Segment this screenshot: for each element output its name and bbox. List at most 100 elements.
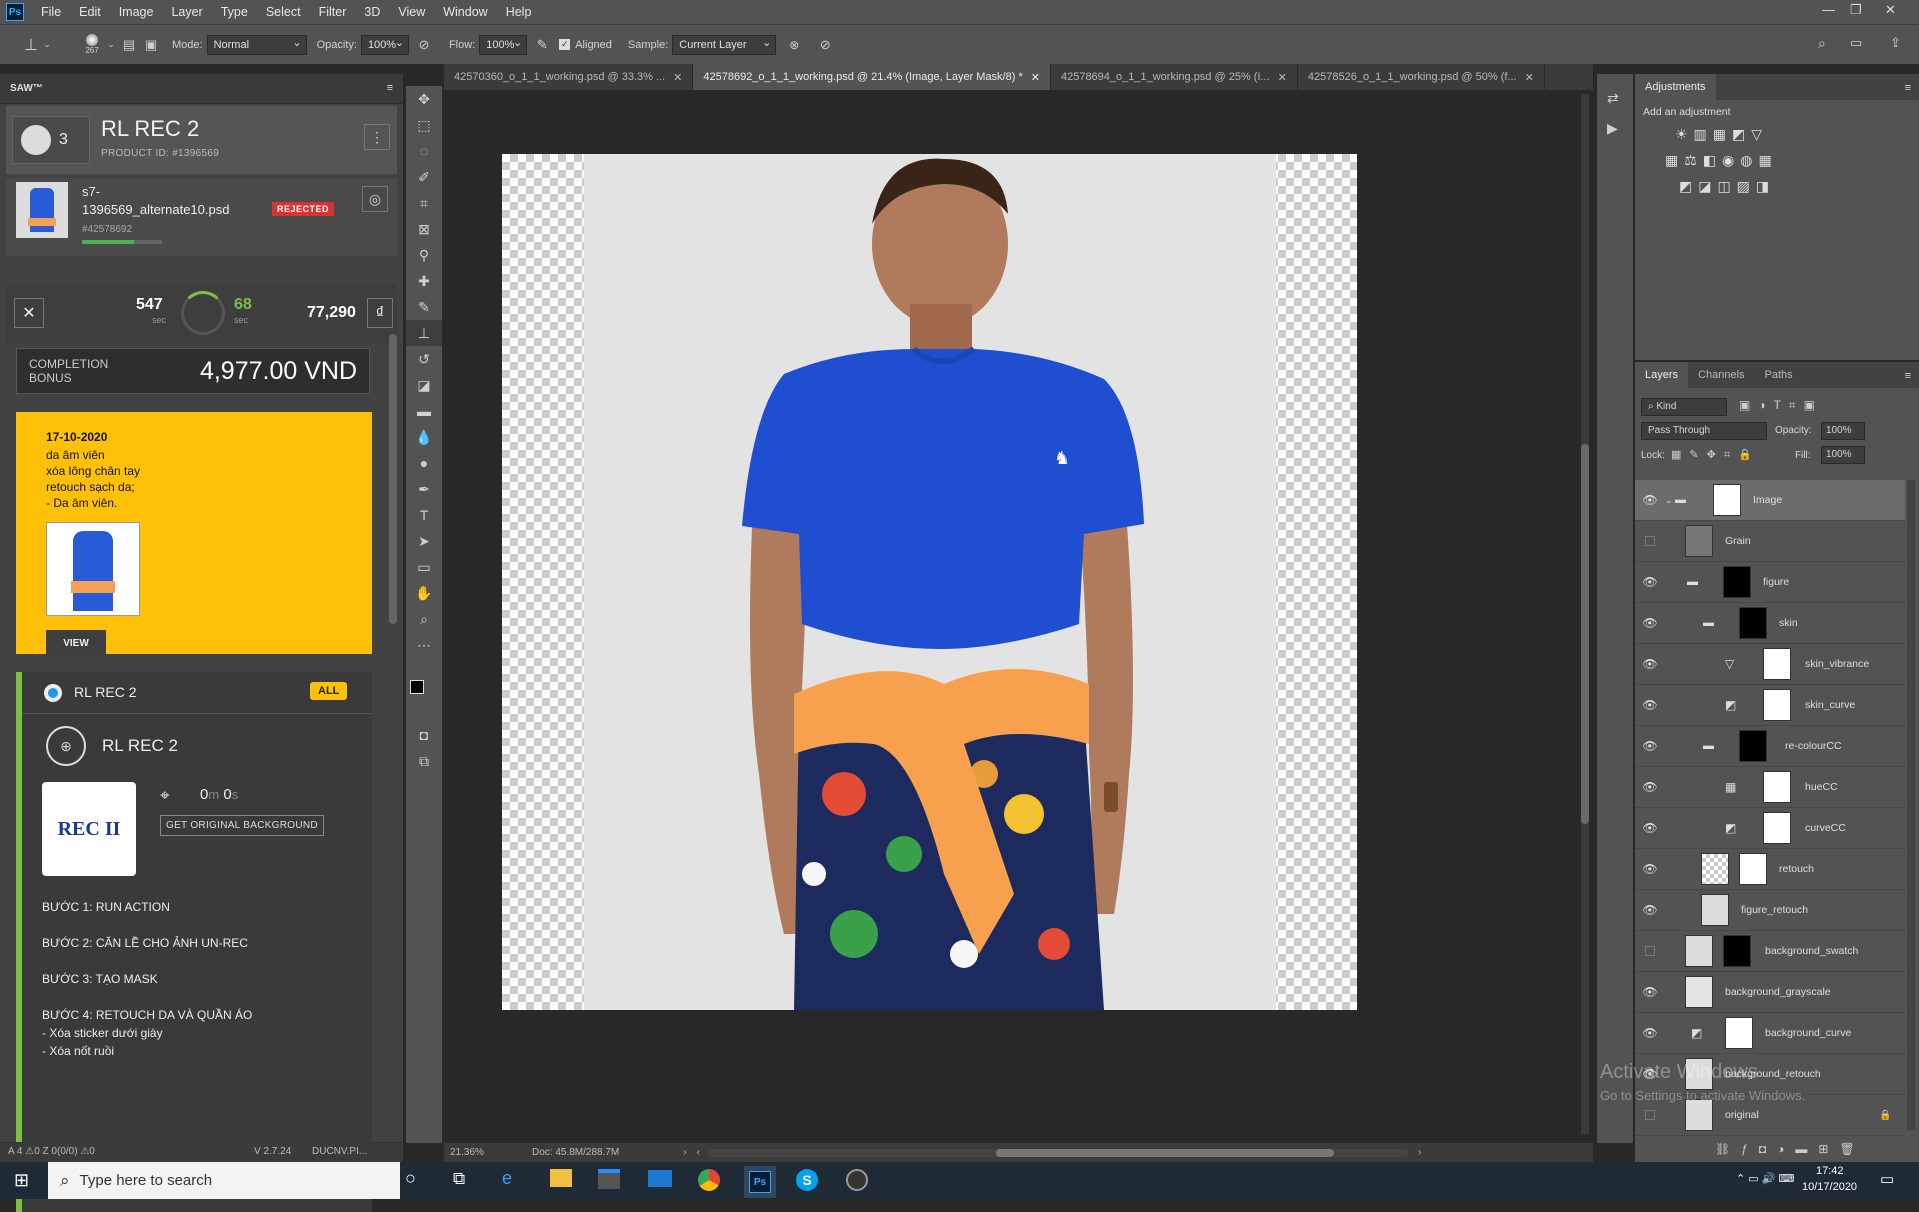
layer-row-grain[interactable]: Grain (1635, 521, 1905, 562)
layer-mask-thumbnail[interactable] (1763, 689, 1791, 721)
panel-menu-icon[interactable]: ≡ (387, 82, 393, 94)
adjustment-icons-row-3[interactable]: ◩◪◫▨◨ (1679, 178, 1775, 195)
currency-icon[interactable]: ₫ (367, 298, 393, 328)
menu-filter[interactable]: Filter (310, 5, 356, 19)
zoom-level[interactable]: 21.36% (450, 1147, 510, 1158)
hand-tool-icon[interactable]: ✋ (406, 580, 442, 606)
mail-icon[interactable] (648, 1170, 672, 1187)
layer-row-retouch[interactable]: 👁 retouch (1635, 849, 1905, 890)
layer-mask-thumbnail[interactable] (1725, 1017, 1753, 1049)
frame-tool-icon[interactable]: ⊠ (406, 216, 442, 242)
path-selection-tool-icon[interactable]: ➤ (406, 528, 442, 554)
taskbar-search[interactable]: ⌕ Type here to search (48, 1162, 400, 1199)
tab-layers[interactable]: Layers (1635, 362, 1689, 388)
adjustment-icons-row-1[interactable]: ☀▥▦◩▽ (1675, 126, 1768, 143)
layer-mask-thumbnail[interactable] (1739, 607, 1767, 639)
close-icon[interactable]: ✕ (1525, 71, 1534, 84)
layer-mask-thumbnail[interactable] (1739, 853, 1767, 885)
menu-select[interactable]: Select (257, 5, 310, 19)
layer-thumbnail[interactable] (1685, 976, 1713, 1008)
eyedropper-tool-icon[interactable]: ⚲ (406, 242, 442, 268)
visibility-toggle[interactable] (1645, 1110, 1655, 1120)
photoshop-taskbar-button[interactable]: Ps (744, 1166, 776, 1198)
blur-tool-icon[interactable]: 💧 (406, 424, 442, 450)
layer-row-skin[interactable]: 👁 ▬ skin (1635, 603, 1905, 644)
eye-icon[interactable]: 👁 (1642, 698, 1657, 712)
windows-start-icon[interactable]: ⊞ (14, 1170, 29, 1191)
actions-panel-icon[interactable]: ▶ (1607, 120, 1618, 137)
eye-icon[interactable]: 👁 (1642, 493, 1657, 507)
clone-stamp-tool-icon[interactable]: ⊥ (406, 320, 442, 346)
document-canvas[interactable]: ♞ (502, 154, 1357, 1010)
lasso-tool-icon[interactable]: ◌ (406, 138, 442, 164)
eye-icon[interactable]: 👁 (1642, 1026, 1657, 1040)
filter-type-icons[interactable]: ▣◑T⌗▣ (1739, 398, 1823, 413)
layer-thumbnail[interactable] (1685, 935, 1713, 967)
file-explorer-icon[interactable] (550, 1169, 572, 1187)
ignore-adjustment-icon[interactable]: ⊗ (776, 38, 812, 52)
visibility-toggle[interactable] (1645, 946, 1655, 956)
panel-menu-icon[interactable]: ≡ (1905, 370, 1911, 382)
mode-dropdown[interactable]: Normal (206, 34, 307, 55)
crop-tool-icon[interactable]: ⌗ (406, 190, 442, 216)
layer-row-skin-vibrance[interactable]: 👁 ▽ skin_vibrance (1635, 644, 1905, 685)
chevron-right-icon[interactable]: › (683, 1147, 686, 1158)
tools-icon[interactable]: ✕ (14, 298, 44, 328)
close-icon[interactable]: ✕ (1278, 71, 1287, 84)
tab-channels[interactable]: Channels (1688, 362, 1754, 388)
menu-type[interactable]: Type (212, 5, 257, 19)
layer-row-figure[interactable]: 👁 ▬ figure (1635, 562, 1905, 603)
layer-row-recolourcc[interactable]: 👁 ▬ re-colourCC (1635, 726, 1905, 767)
menu-image[interactable]: Image (110, 5, 163, 19)
layer-mask-thumbnail[interactable] (1763, 812, 1791, 844)
history-brush-tool-icon[interactable]: ↺ (406, 346, 442, 372)
horizontal-scroll-thumb[interactable] (995, 1148, 1334, 1157)
close-icon[interactable]: ✕ (1031, 71, 1040, 84)
saw-scrollbar[interactable] (389, 334, 397, 624)
store-icon[interactable] (598, 1169, 620, 1189)
layer-row-image[interactable]: 👁 ⌄ ▬ Image (1635, 480, 1905, 521)
scroll-right-icon[interactable]: › (1418, 1147, 1421, 1158)
menu-window[interactable]: Window (434, 5, 496, 19)
aligned-checkbox[interactable]: ✓ Aligned (559, 39, 612, 51)
layer-mask-thumbnail[interactable] (1723, 935, 1751, 967)
layer-mask-thumbnail[interactable] (1739, 730, 1767, 762)
airbrush-icon[interactable]: ✎ (527, 37, 557, 53)
layer-row-huecc[interactable]: 👁 ▦ hueCC (1635, 767, 1905, 808)
menu-file[interactable]: File (32, 5, 70, 19)
eye-icon[interactable]: 👁 (1642, 780, 1657, 794)
file-thumbnail[interactable] (16, 182, 68, 238)
eye-icon[interactable]: 👁 (1642, 821, 1657, 835)
tab-paths[interactable]: Paths (1755, 362, 1803, 388)
brush-tool-icon[interactable]: ✎ (406, 294, 442, 320)
eye-icon[interactable]: 👁 (1642, 903, 1657, 917)
clone-stamp-tool-icon[interactable]: ⊥ (20, 35, 42, 55)
cortana-icon[interactable]: ○ (405, 1168, 416, 1189)
eye-icon[interactable]: 👁 (1642, 575, 1657, 589)
dodge-tool-icon[interactable]: ● (406, 450, 442, 476)
history-panel-icon[interactable]: ⇄ (1607, 90, 1619, 107)
view-button[interactable]: VIEW (46, 630, 106, 656)
layer-row-background-grayscale[interactable]: 👁 background_grayscale (1635, 972, 1905, 1013)
quick-mask-icon[interactable]: ◘ (406, 722, 442, 748)
layer-actions-bar[interactable]: ⛓ƒ◘◑▬⊞🗑 (1715, 1142, 1866, 1156)
horizontal-scrollbar[interactable] (707, 1148, 1408, 1157)
layer-opacity-field[interactable]: 100% (1821, 422, 1865, 440)
move-tool-icon[interactable]: ✥ (406, 86, 442, 112)
layer-row-curvecc[interactable]: 👁 ◩ curveCC (1635, 808, 1905, 849)
note-reference-image[interactable] (46, 522, 140, 616)
pressure-opacity-icon[interactable]: ⊘ (409, 37, 439, 53)
layer-thumbnail[interactable] (1685, 525, 1713, 557)
adjustment-icons-row-2[interactable]: ▦⚖◧◉◍▦ (1665, 152, 1778, 169)
layer-filter-dropdown[interactable]: ⌕ Kind (1641, 398, 1727, 416)
screen-mode-icon[interactable]: ⧉ (406, 748, 442, 774)
layers-scrollbar[interactable] (1907, 480, 1915, 1130)
layer-thumbnail[interactable] (1701, 894, 1729, 926)
fill-field[interactable]: 100% (1821, 446, 1865, 464)
menu-3d[interactable]: 3D (355, 5, 389, 19)
chrome-icon[interactable] (698, 1169, 720, 1191)
lifebuoy-icon[interactable]: ◎ (362, 186, 388, 212)
vertical-scrollbar[interactable] (1581, 94, 1589, 1134)
layer-row-figure-retouch[interactable]: 👁 figure_retouch (1635, 890, 1905, 931)
clock-time[interactable]: 17:42 (1816, 1165, 1844, 1177)
